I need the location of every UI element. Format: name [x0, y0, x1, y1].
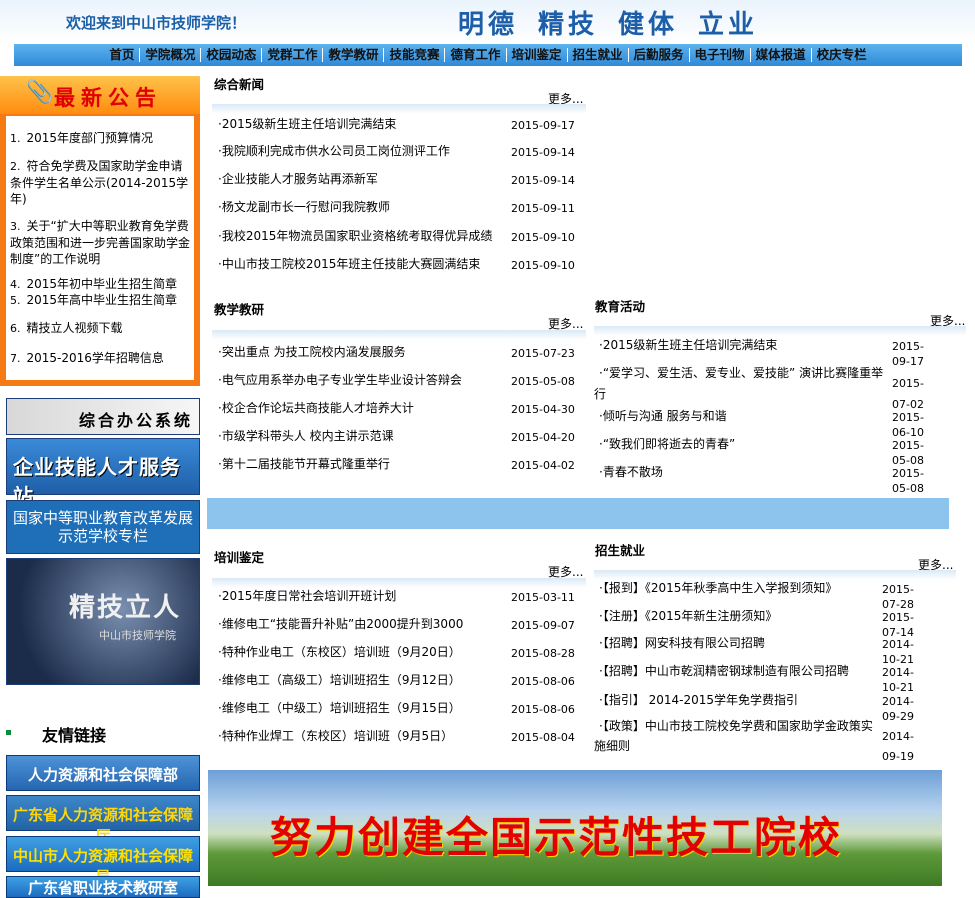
motto-word: 健体: [618, 10, 679, 40]
nav-moral[interactable]: 德育工作: [445, 48, 507, 62]
notice-item[interactable]: 5. 2015年高中毕业生招生简章: [10, 292, 190, 309]
news-item[interactable]: ·“致我们即将逝去的青春” 2015-05-08: [599, 437, 924, 467]
section-divider: [212, 104, 586, 114]
notice-list: 1. 2015年度部门预算情况 2. 符合免学费及国家助学金申请条件学生名单公示(2…: [6, 116, 194, 380]
news-item[interactable]: ·青春不散场 2015-05-08: [599, 465, 924, 495]
news-item[interactable]: ·2015级新生班主任培训完满结束 2015-09-17: [218, 117, 593, 132]
site-header: 欢迎来到中山市技师学院！ 明德 精技 健体 立业: [0, 0, 975, 44]
notice-item[interactable]: 7. 2015-2016学年招聘信息: [10, 350, 190, 367]
notice-title: 最新公告: [54, 85, 162, 110]
nav-teaching[interactable]: 教学教研: [323, 48, 385, 62]
news-item[interactable]: ·特种作业焊工（东校区）培训班（9月5日） 2015-08-04: [218, 729, 593, 744]
section-divider: [594, 326, 966, 336]
notice-item[interactable]: 4. 2015年初中毕业生招生简章: [10, 276, 190, 293]
nav-media[interactable]: 媒体报道: [751, 48, 812, 62]
paperclip-icon: 📎: [26, 80, 54, 105]
office-system-banner[interactable]: 综合办公系统: [6, 398, 200, 435]
notice-item[interactable]: 3. 关于“扩大中等职业教育免学费政策范围和进一步完善国家助学金制度”的工作说明: [10, 218, 190, 267]
news-item[interactable]: ·第十二届技能节开幕式隆重举行 2015-04-02: [218, 457, 593, 472]
reform-school-banner[interactable]: 国家中等职业教育改革发展示范学校专栏: [6, 500, 200, 554]
link-gd-vocational[interactable]: 广东省职业技术教研室: [6, 876, 200, 898]
motto-word: 立业: [698, 10, 759, 40]
nav-campus[interactable]: 校园动态: [201, 48, 263, 62]
blue-divider-bar: [207, 498, 949, 529]
news-item[interactable]: ·2015级新生班主任培训完满结束 2015-09-17: [599, 338, 924, 368]
news-item[interactable]: ·【注册】《2015年新生注册须知》 2015-07-14: [599, 609, 914, 639]
nav-logistics[interactable]: 后勤服务: [629, 48, 690, 62]
main-nav: 首页 学院概况 校园动态 党群工作 教学教研 技能竞赛 德育工作 培训鉴定 招生…: [14, 44, 962, 66]
link-gd-hrss[interactable]: 广东省人力资源和社会保障厅: [6, 795, 200, 845]
nav-enroll[interactable]: 招生就业: [568, 48, 629, 62]
news-item[interactable]: ·【报到】《2015年秋季高中生入学报到须知》 2015-07-28: [599, 581, 914, 611]
school-logo-text: 中山市技师学院: [99, 629, 176, 642]
news-item[interactable]: ·维修电工（中级工）培训班招生（9月15日） 2015-08-06: [218, 701, 593, 716]
general-news-title: 综合新闻: [214, 77, 265, 92]
news-item[interactable]: ·2015年度日常社会培训开班计划 2015-03-11: [218, 589, 593, 604]
teaching-news-title: 教学教研: [214, 302, 265, 317]
nav-anniversary[interactable]: 校庆专栏: [812, 48, 872, 62]
nav-contest[interactable]: 技能竞赛: [384, 48, 446, 62]
news-item[interactable]: ·倾听与沟通 服务与和谐 2015-06-10: [599, 409, 924, 439]
news-item[interactable]: ·“爱学习、爱生活、爱专业、爱技能” 演讲比赛隆重举行 2015-07-02: [594, 363, 924, 411]
notice-board: 📎 最新公告 1. 2015年度部门预算情况 2. 符合免学费及国家助学金申请条件学…: [0, 76, 200, 386]
talent-station-banner[interactable]: 企业技能人才服务站: [6, 438, 200, 508]
motto-word: 精技: [538, 10, 599, 40]
education-news-title: 教育活动: [595, 299, 646, 314]
news-item[interactable]: ·【招聘】中山市乾润精密钢球制造有限公司招聘 2014-10-21: [599, 664, 914, 694]
slogan-text: 努力创建全国示范性技工院校: [270, 813, 843, 862]
jingji-liren-banner[interactable]: 精技立人 中山市技师学院: [6, 558, 200, 685]
section-divider: [594, 570, 956, 580]
news-item[interactable]: ·我院顺利完成市供水公司员工岗位测评工作 2015-09-14: [218, 144, 593, 159]
news-item[interactable]: ·企业技能人才服务站再添新军 2015-09-14: [218, 172, 593, 187]
news-item[interactable]: ·突出重点 为技工院校内涵发展服务 2015-07-23: [218, 345, 593, 360]
news-item[interactable]: ·维修电工（高级工）培训班招生（9月12日） 2015-08-06: [218, 673, 593, 688]
welcome-text: 欢迎来到中山市技师学院！: [66, 14, 247, 32]
news-item[interactable]: ·【招聘】网安科技有限公司招聘 2014-10-21: [599, 636, 914, 666]
nav-training[interactable]: 培训鉴定: [507, 48, 568, 62]
motto-word: 明德: [458, 10, 519, 40]
news-item[interactable]: ·杨文龙副市长一行慰问我院教师 2015-09-11: [218, 200, 593, 215]
bottom-slogan-banner[interactable]: 努力创建全国示范性技工院校: [208, 770, 942, 886]
section-divider: [212, 330, 586, 340]
news-item[interactable]: ·【指引】 2014-2015学年免学费指引 2014-09-29: [599, 693, 914, 723]
news-item[interactable]: ·我校2015年物流员国家职业资格统考取得优异成绩 2015-09-10: [218, 229, 593, 244]
nav-journal[interactable]: 电子刊物: [690, 48, 751, 62]
news-item[interactable]: ·【政策】中山市技工院校免学费和国家助学金政策实施细则 2014-09-19: [594, 716, 914, 763]
bullet-icon: [6, 730, 11, 735]
notice-item[interactable]: 2. 符合免学费及国家助学金申请条件学生名单公示(2014-2015学年): [10, 158, 190, 207]
enroll-news-title: 招生就业: [595, 543, 646, 558]
nav-about[interactable]: 学院概况: [140, 48, 202, 62]
link-mohrss[interactable]: 人力资源和社会保障部: [6, 755, 200, 791]
news-item[interactable]: ·中山市技工院校2015年班主任技能大赛圆满结束 2015-09-10: [218, 257, 593, 272]
section-divider: [212, 578, 586, 588]
news-item[interactable]: ·市级学科带头人 校内主讲示范课 2015-04-20: [218, 429, 593, 444]
nav-home[interactable]: 首页: [104, 48, 141, 62]
link-zs-hrss[interactable]: 中山市人力资源和社会保障局: [6, 836, 200, 886]
news-item[interactable]: ·维修电工“技能晋升补贴”由2000提升到3000 2015-09-07: [218, 617, 593, 632]
news-item[interactable]: ·特种作业电工（东校区）培训班（9月20日） 2015-08-28: [218, 645, 593, 660]
notice-item[interactable]: 6. 精技立人视频下载: [10, 320, 190, 337]
news-item[interactable]: ·电气应用系举办电子专业学生毕业设计答辩会 2015-05-08: [218, 373, 593, 388]
notice-item[interactable]: 1. 2015年度部门预算情况: [10, 130, 190, 147]
links-title: 友情链接: [0, 718, 200, 745]
news-item[interactable]: ·校企合作论坛共商技能人才培养大计 2015-04-30: [218, 401, 593, 416]
nav-party[interactable]: 党群工作: [262, 48, 324, 62]
notice-title-bar: 📎 最新公告: [0, 76, 200, 114]
training-news-title: 培训鉴定: [214, 550, 265, 565]
school-motto: 明德 精技 健体 立业: [458, 4, 778, 41]
